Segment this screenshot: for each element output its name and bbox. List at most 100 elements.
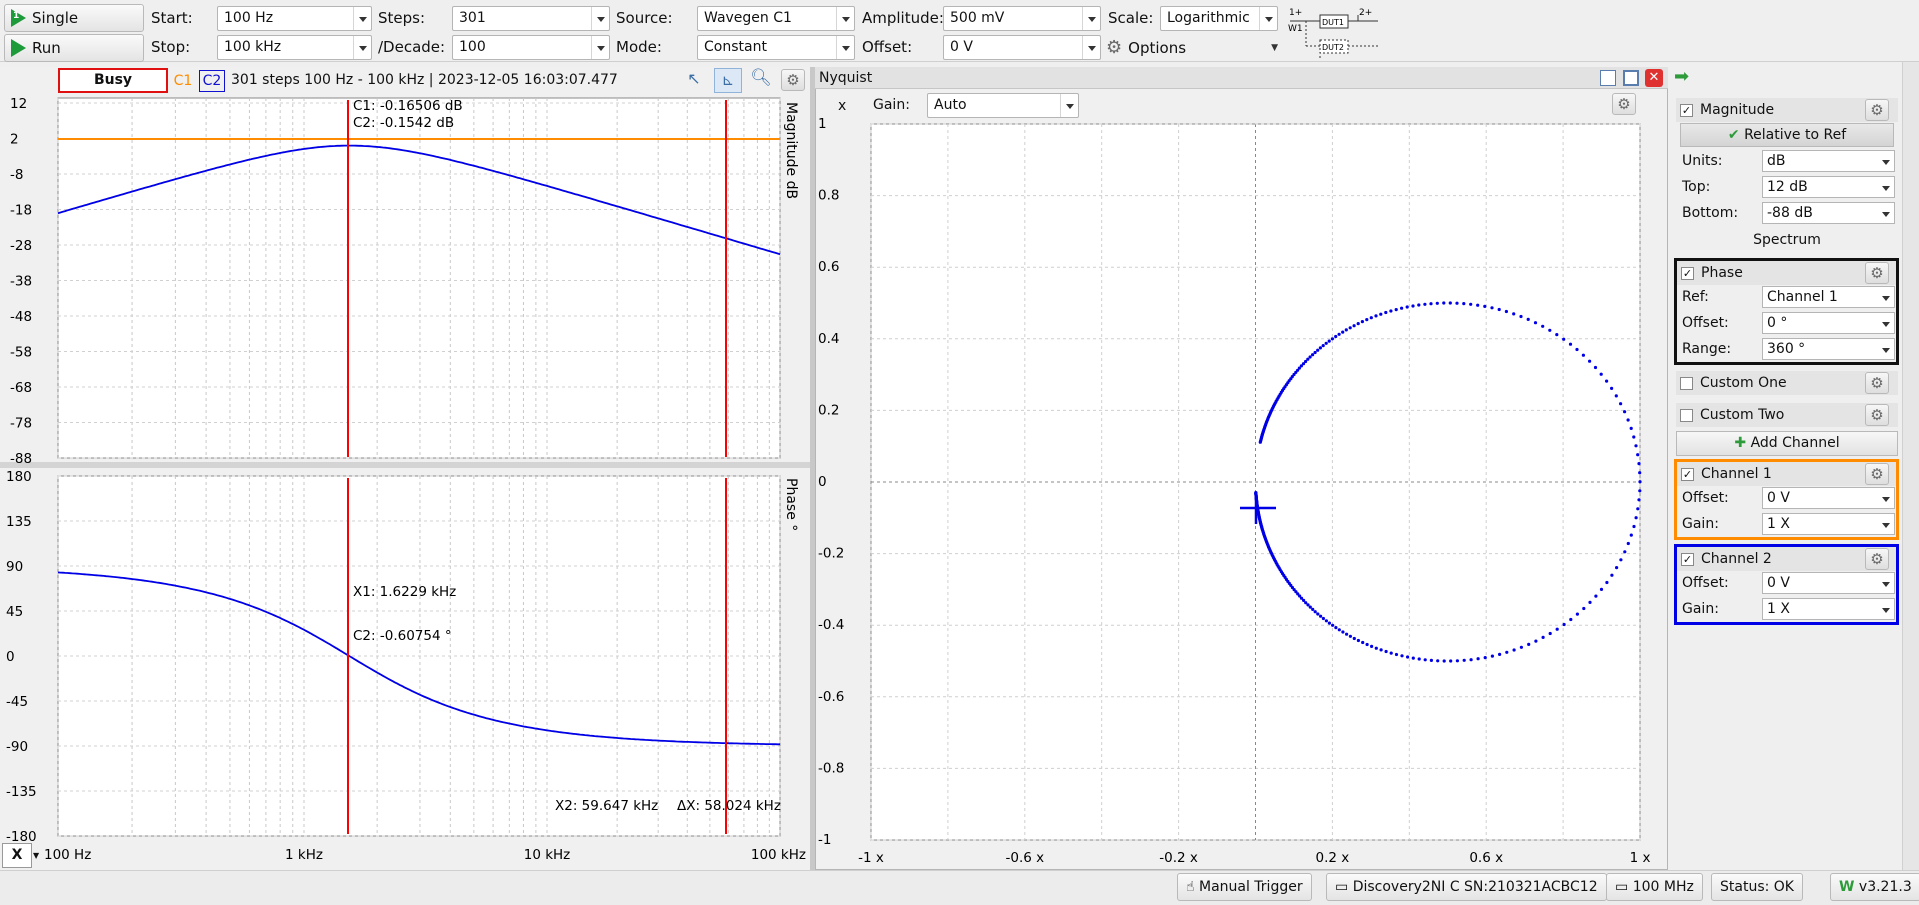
- status-button[interactable]: Status: OK: [1711, 873, 1803, 901]
- single-button[interactable]: 1 Single: [4, 4, 144, 32]
- phase-header[interactable]: ✓ Phase: [1677, 261, 1896, 285]
- bottom-value: -88 dB: [1767, 205, 1813, 221]
- nyquist-point: [1548, 631, 1552, 636]
- x-mode-button[interactable]: X: [2, 843, 32, 868]
- nyquist-gear-icon[interactable]: ⚙: [1612, 93, 1636, 115]
- device-button[interactable]: ▭ Discovery2NI C SN:210321ACBC12: [1326, 873, 1607, 901]
- y-tick-label: 180: [6, 469, 32, 485]
- nyquist-point: [1345, 632, 1349, 636]
- channel2-header[interactable]: ✓ Channel 2: [1677, 547, 1896, 571]
- channel1-gain-select[interactable]: 1 X: [1762, 513, 1895, 535]
- units-select[interactable]: dB: [1762, 150, 1895, 172]
- magnifier-icon[interactable]: 🔍︎: [748, 68, 774, 92]
- zoom-tool-icon[interactable]: ⊾: [714, 68, 742, 93]
- nyquist-point: [1588, 359, 1592, 363]
- c1-toggle[interactable]: C1: [172, 70, 194, 92]
- y-tick-label: -0.6: [818, 689, 844, 705]
- phase-checkbox[interactable]: ✓: [1681, 266, 1694, 280]
- y-tick-label: -18: [10, 203, 32, 219]
- phase-offset-value: 0 °: [1767, 315, 1788, 331]
- magnitude-checkbox[interactable]: ✓: [1680, 103, 1693, 117]
- custom-two-gear-icon[interactable]: ⚙: [1865, 404, 1889, 426]
- phase-offset-label: Offset:: [1682, 315, 1729, 331]
- stop-select[interactable]: 100 kHz: [217, 35, 372, 60]
- custom-two-checkbox[interactable]: [1680, 408, 1693, 422]
- channel2-gain-value: 1 X: [1767, 601, 1790, 617]
- y-tick-label: -58: [10, 345, 32, 361]
- x-mode-dropdown[interactable]: ▼: [33, 843, 43, 868]
- decade-select[interactable]: 100: [452, 35, 610, 60]
- scale-label: Scale:: [1108, 9, 1154, 27]
- close-icon[interactable]: ✕: [1645, 69, 1663, 87]
- top-label: Top:: [1682, 179, 1711, 195]
- start-select[interactable]: 100 Hz: [217, 6, 372, 31]
- manual-trigger-button[interactable]: ☝ Manual Trigger: [1177, 873, 1312, 901]
- offset-label: Offset:: [862, 38, 913, 56]
- nyquist-point: [1527, 642, 1531, 647]
- cursor-delta-readout: ΔX: 58.024 kHz: [677, 798, 781, 814]
- nyquist-point: [1411, 656, 1415, 660]
- source-select[interactable]: Wavegen C1: [697, 6, 855, 31]
- spectrum-button[interactable]: Spectrum: [1680, 228, 1894, 252]
- diagram-label-dut1: DUT1: [1322, 18, 1344, 27]
- y-tick-label: -88: [10, 451, 32, 467]
- clock-button[interactable]: ▭ 100 MHz: [1606, 873, 1703, 901]
- phase-range-select[interactable]: 360 °: [1762, 338, 1895, 360]
- channel1-gear-icon[interactable]: ⚙: [1865, 463, 1889, 485]
- channel2-offset-select[interactable]: 0 V: [1762, 572, 1895, 594]
- expand-arrow-icon[interactable]: ➡: [1674, 68, 1689, 86]
- phase-gear-icon[interactable]: ⚙: [1865, 262, 1889, 284]
- offset-select[interactable]: 0 V: [943, 35, 1101, 60]
- version-button[interactable]: W v3.21.3: [1830, 873, 1919, 901]
- channel2-checkbox[interactable]: ✓: [1681, 552, 1694, 566]
- nyquist-point: [1562, 337, 1566, 341]
- channel1-offset-select[interactable]: 0 V: [1762, 487, 1895, 509]
- mode-select[interactable]: Constant: [697, 35, 855, 60]
- nyquist-point: [1638, 471, 1642, 475]
- channel1-checkbox[interactable]: ✓: [1681, 467, 1694, 481]
- cursor-tool-icon[interactable]: ↖: [681, 69, 707, 93]
- options-button[interactable]: ⚙ Options ▼: [1106, 35, 1278, 60]
- channel2-gear-icon[interactable]: ⚙: [1865, 548, 1889, 570]
- nyquist-point: [1318, 346, 1322, 350]
- nyquist-point: [1429, 658, 1433, 663]
- phase-offset-select[interactable]: 0 °: [1762, 312, 1895, 334]
- scale-select[interactable]: Logarithmic: [1160, 6, 1278, 31]
- nyquist-point: [1321, 616, 1325, 621]
- channel2-gain-select[interactable]: 1 X: [1762, 598, 1895, 620]
- bode-plot[interactable]: 12 2 -8 -18 -28 -38 -48 -58 -68 -78 -88 180 135 90 45…: [0, 95, 810, 870]
- nyquist-point: [1568, 342, 1573, 346]
- sweep-info: 301 steps 100 Hz - 100 kHz | 2023-12-05 …: [231, 72, 618, 88]
- custom-one-checkbox[interactable]: [1680, 376, 1693, 390]
- bottom-select[interactable]: -88 dB: [1762, 202, 1895, 224]
- x-mode-text: X: [11, 847, 23, 863]
- relative-to-ref-button[interactable]: ✔ Relative to Ref: [1680, 123, 1894, 147]
- single-label: Single: [32, 9, 79, 27]
- restore-window-icon[interactable]: [1600, 70, 1616, 86]
- steps-select[interactable]: 301: [452, 6, 610, 31]
- nyquist-point: [1629, 426, 1633, 430]
- chevron-down-icon: [1259, 7, 1277, 30]
- add-channel-button[interactable]: ✚ Add Channel: [1676, 431, 1898, 456]
- right-scrollbar[interactable]: [1902, 62, 1919, 870]
- maximize-window-icon[interactable]: [1623, 70, 1639, 86]
- channel2-offset-value: 0 V: [1767, 575, 1790, 591]
- start-value: 100 Hz: [224, 10, 274, 26]
- y-tick-label: 0: [6, 649, 15, 665]
- custom-one-gear-icon[interactable]: ⚙: [1865, 372, 1889, 394]
- nyquist-point: [1435, 301, 1439, 305]
- magnitude-gear-icon[interactable]: ⚙: [1865, 99, 1889, 121]
- amplitude-value: 500 mV: [950, 10, 1005, 26]
- run-button[interactable]: Run: [4, 34, 144, 62]
- phase-ref-select[interactable]: Channel 1: [1762, 286, 1895, 308]
- plot-gear-icon[interactable]: ⚙: [781, 69, 805, 91]
- c2-toggle[interactable]: C2: [199, 70, 225, 92]
- nyquist-point: [1344, 328, 1348, 332]
- channel1-header[interactable]: ✓ Channel 1: [1677, 462, 1896, 486]
- nyquist-point: [1619, 558, 1623, 562]
- amplitude-select[interactable]: 500 mV: [943, 6, 1101, 31]
- top-select[interactable]: 12 dB: [1762, 176, 1895, 198]
- nyquist-point: [1634, 516, 1638, 520]
- nyquist-point: [1626, 418, 1630, 422]
- nyquist-plot[interactable]: 1 0.8 0.6 0.4 0.2 0 -0.2 -0.4 -0.6 -0.8 -1 -1 x -0.…: [815, 115, 1668, 870]
